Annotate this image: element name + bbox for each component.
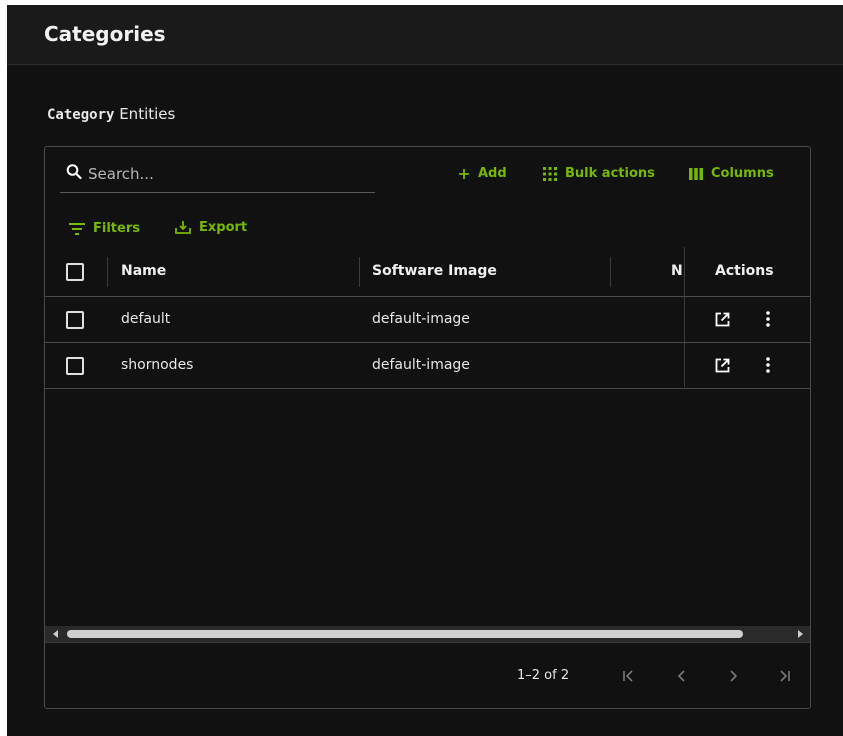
more-vert-icon[interactable] bbox=[766, 357, 770, 373]
column-header-software-image[interactable]: Software Image bbox=[372, 263, 497, 279]
export-button[interactable]: Export bbox=[175, 220, 247, 235]
horizontal-scrollbar[interactable] bbox=[45, 626, 810, 642]
export-icon bbox=[175, 221, 191, 234]
first-page-icon bbox=[623, 670, 633, 682]
add-button-label: Add bbox=[478, 166, 507, 181]
row-name: shornodes bbox=[121, 357, 194, 373]
bulk-actions-button[interactable]: Bulk actions bbox=[543, 166, 655, 181]
row-software-image: default-image bbox=[372, 311, 470, 327]
last-page-icon bbox=[780, 670, 790, 682]
pagination-range: 1–2 of 2 bbox=[517, 668, 570, 683]
column-separator bbox=[610, 257, 611, 287]
row-software-image: default-image bbox=[372, 357, 470, 373]
entities-table-card: Add Bulk actions Columns Filters bbox=[44, 146, 811, 709]
prev-page-button[interactable] bbox=[671, 665, 693, 687]
filter-icon bbox=[69, 222, 85, 235]
last-page-button[interactable] bbox=[774, 665, 796, 687]
column-separator bbox=[107, 257, 108, 287]
search-icon bbox=[66, 164, 82, 180]
section-title: Category Entities bbox=[47, 105, 175, 123]
plus-icon bbox=[459, 168, 469, 179]
open-external-icon[interactable] bbox=[715, 358, 730, 373]
search-input[interactable] bbox=[88, 161, 368, 187]
grid-icon bbox=[543, 166, 557, 181]
columns-icon bbox=[689, 167, 703, 180]
table-header-row: Name Software Image N Actions bbox=[45, 247, 810, 297]
row-checkbox[interactable] bbox=[66, 357, 84, 375]
scrollbar-thumb[interactable] bbox=[67, 630, 743, 638]
column-header-n[interactable]: N bbox=[671, 263, 683, 279]
table-row[interactable]: default default-image bbox=[45, 297, 810, 343]
search-box bbox=[60, 157, 375, 193]
column-header-actions: Actions bbox=[715, 263, 774, 279]
table-row[interactable]: shornodes default-image bbox=[45, 343, 810, 389]
page-header: Categories bbox=[7, 5, 843, 65]
pagination-footer: 1–2 of 2 bbox=[45, 642, 810, 708]
export-label: Export bbox=[199, 220, 248, 235]
section-title-entity: Category bbox=[47, 107, 115, 123]
open-external-icon[interactable] bbox=[715, 312, 730, 327]
prev-page-icon bbox=[677, 670, 685, 682]
page-title: Categories bbox=[44, 22, 166, 46]
column-header-name[interactable]: Name bbox=[121, 263, 166, 279]
column-separator bbox=[359, 257, 360, 287]
section-title-suffix: Entities bbox=[114, 105, 176, 123]
scroll-left-arrow-icon[interactable] bbox=[51, 629, 61, 639]
select-all-checkbox[interactable] bbox=[66, 263, 84, 281]
filters-button[interactable]: Filters bbox=[69, 221, 140, 236]
columns-button[interactable]: Columns bbox=[689, 166, 774, 181]
filters-label: Filters bbox=[93, 221, 140, 236]
columns-label: Columns bbox=[711, 166, 774, 181]
bulk-actions-label: Bulk actions bbox=[565, 166, 655, 181]
next-page-icon bbox=[730, 670, 738, 682]
categories-panel: Categories Category Entities Add Bulk ac… bbox=[7, 5, 843, 736]
next-page-button[interactable] bbox=[722, 665, 744, 687]
more-vert-icon[interactable] bbox=[766, 311, 770, 327]
row-checkbox[interactable] bbox=[66, 311, 84, 329]
first-page-button[interactable] bbox=[617, 665, 639, 687]
add-button[interactable]: Add bbox=[458, 166, 507, 181]
row-name: default bbox=[121, 311, 171, 327]
scroll-right-arrow-icon[interactable] bbox=[795, 629, 805, 639]
